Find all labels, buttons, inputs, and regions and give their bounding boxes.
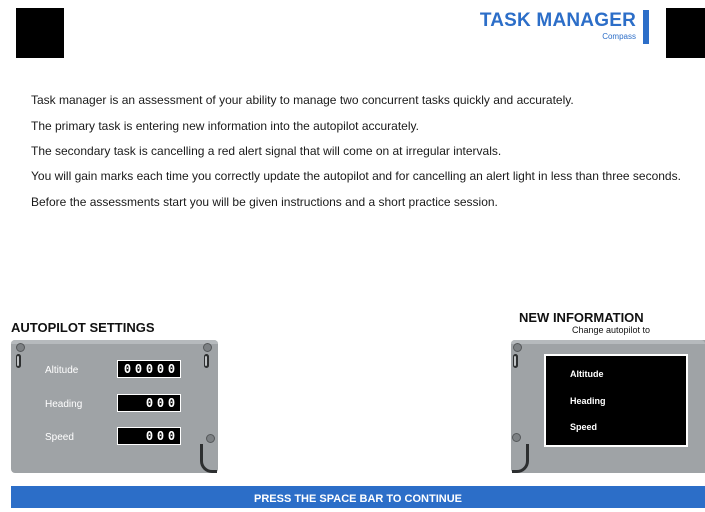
speed-display: 000 [117, 427, 181, 445]
hook-handle-icon [512, 444, 529, 473]
logo-placeholder-left [16, 8, 64, 58]
digit: 0 [145, 362, 154, 376]
target-altitude-label: Altitude [570, 369, 604, 379]
altitude-display: 00000 [117, 360, 181, 378]
heading-display: 000 [117, 394, 181, 412]
digit: 0 [167, 429, 176, 443]
logo-placeholder-right [666, 8, 705, 58]
new-information-title: NEW INFORMATION [519, 310, 644, 325]
digit: 0 [145, 396, 154, 410]
intro-paragraph-2: The primary task is entering new informa… [31, 119, 419, 133]
app-subtitle: Compass [602, 32, 636, 41]
screw-icon [16, 343, 25, 352]
panel-top-edge [511, 340, 705, 344]
digit: 0 [134, 362, 143, 376]
digit: 0 [123, 362, 132, 376]
screw-icon [203, 343, 212, 352]
new-information-panel: Altitude Heading Speed [511, 340, 705, 473]
handle-icon [204, 354, 209, 368]
intro-paragraph-3: The secondary task is cancelling a red a… [31, 144, 502, 158]
heading-label: Heading [45, 399, 83, 410]
target-speed-label: Speed [570, 422, 598, 432]
continue-prompt-bar[interactable]: PRESS THE SPACE BAR TO CONTINUE [11, 486, 705, 508]
screw-icon [513, 343, 522, 352]
handle-icon [513, 354, 518, 368]
speed-label: Speed [45, 432, 74, 443]
digit: 0 [156, 362, 165, 376]
digit: 0 [167, 362, 176, 376]
new-information-subtitle: Change autopilot to [572, 325, 651, 335]
new-information-screen: Altitude Heading Speed [544, 354, 688, 447]
screw-icon [206, 434, 215, 443]
digit: 0 [156, 429, 165, 443]
digit: 0 [167, 396, 176, 410]
app-title: TASK MANAGER [479, 10, 636, 31]
autopilot-panel: Altitude 00000 Heading 000 Speed 000 [11, 340, 218, 473]
intro-paragraph-5: Before the assessments start you will be… [31, 195, 498, 209]
handle-icon [16, 354, 21, 368]
hook-handle-icon [200, 444, 217, 473]
intro-paragraph-4: You will gain marks each time you correc… [31, 169, 681, 183]
screw-icon [512, 433, 521, 442]
title-accent-bar [643, 10, 649, 44]
autopilot-settings-title: AUTOPILOT SETTINGS [11, 320, 155, 335]
target-heading-label: Heading [570, 396, 606, 406]
altitude-label: Altitude [45, 365, 79, 376]
panel-top-edge [11, 340, 218, 344]
digit: 0 [156, 396, 165, 410]
digit: 0 [145, 429, 154, 443]
intro-paragraph-1: Task manager is an assessment of your ab… [31, 93, 574, 107]
